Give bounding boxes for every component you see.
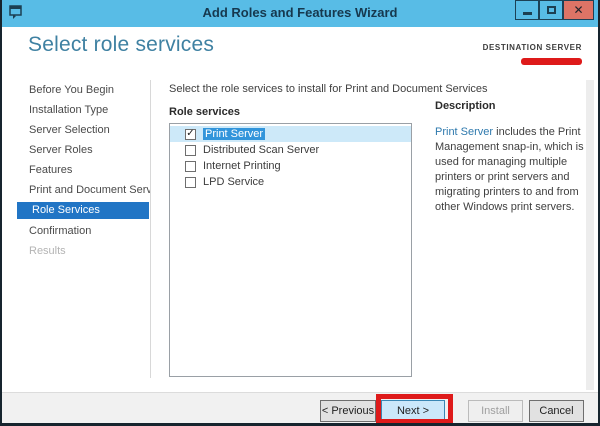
titlebar[interactable]: Add Roles and Features Wizard ✕ [0, 0, 600, 27]
description-heading: Description [435, 100, 586, 112]
description-body-text: includes the Print Management snap-in, w… [435, 126, 584, 213]
cancel-button[interactable]: Cancel [529, 400, 584, 422]
instruction-text: Select the role services to install for … [169, 83, 488, 95]
list-item-label: Internet Printing [203, 160, 281, 172]
sidebar-item-features[interactable]: Features [2, 160, 150, 180]
description-panel: Description Print Server includes the Pr… [435, 100, 586, 215]
footer-bar: < Previous Next > Install Cancel [0, 392, 600, 426]
role-services-list-label: Role services [169, 106, 240, 118]
checkbox-lpd-service[interactable] [185, 177, 196, 188]
check-icon: ✓ [186, 129, 194, 139]
maximize-button[interactable] [539, 0, 563, 20]
list-item-internet-printing[interactable]: Internet Printing [170, 158, 411, 174]
sidebar-item-confirmation[interactable]: Confirmation [2, 221, 150, 241]
scrollbar-track [586, 80, 594, 390]
destination-server-block: DESTINATION SERVER [483, 43, 582, 70]
page-title: Select role services [28, 33, 214, 57]
sidebar-item-before-you-begin[interactable]: Before You Begin [2, 80, 150, 100]
sidebar-item-installation-type[interactable]: Installation Type [2, 100, 150, 120]
list-item-label: Print Server [203, 128, 265, 140]
minimize-icon [523, 12, 532, 15]
checkbox-distributed-scan-server[interactable] [185, 145, 196, 156]
minimize-button[interactable] [515, 0, 539, 20]
sidebar-item-results: Results [2, 241, 150, 261]
sidebar-item-print-and-document-services[interactable]: Print and Document Servi... [2, 180, 150, 200]
window-controls: ✕ [515, 0, 594, 20]
install-button: Install [468, 400, 523, 422]
sidebar-item-role-services[interactable]: Role Services [17, 202, 149, 219]
checkbox-internet-printing[interactable] [185, 161, 196, 172]
server-name-redaction-annotation [521, 58, 582, 65]
sidebar-item-server-roles[interactable]: Server Roles [2, 140, 150, 160]
list-item-label: Distributed Scan Server [203, 144, 319, 156]
close-icon: ✕ [573, 4, 583, 16]
list-item-label: LPD Service [203, 176, 264, 188]
role-services-listbox: ✓ Print Server Distributed Scan Server I… [169, 123, 412, 377]
next-button[interactable]: Next > [381, 400, 445, 422]
sidebar-item-server-selection[interactable]: Server Selection [2, 120, 150, 140]
list-item-print-server[interactable]: ✓ Print Server [170, 126, 411, 142]
wizard-window: Add Roles and Features Wizard ✕ Select r… [0, 0, 600, 426]
destination-server-label: DESTINATION SERVER [483, 43, 582, 52]
sidebar-divider [150, 80, 151, 378]
close-button[interactable]: ✕ [563, 0, 594, 20]
window-title: Add Roles and Features Wizard [0, 5, 600, 20]
maximize-icon [547, 6, 556, 14]
list-item-lpd-service[interactable]: LPD Service [170, 174, 411, 190]
list-item-distributed-scan-server[interactable]: Distributed Scan Server [170, 142, 411, 158]
previous-button[interactable]: < Previous [320, 400, 376, 422]
description-body: Print Server includes the Print Manageme… [435, 125, 586, 215]
print-server-link[interactable]: Print Server [435, 126, 493, 138]
checkbox-print-server[interactable]: ✓ [185, 129, 196, 140]
wizard-steps-sidebar: Before You Begin Installation Type Serve… [2, 80, 150, 261]
